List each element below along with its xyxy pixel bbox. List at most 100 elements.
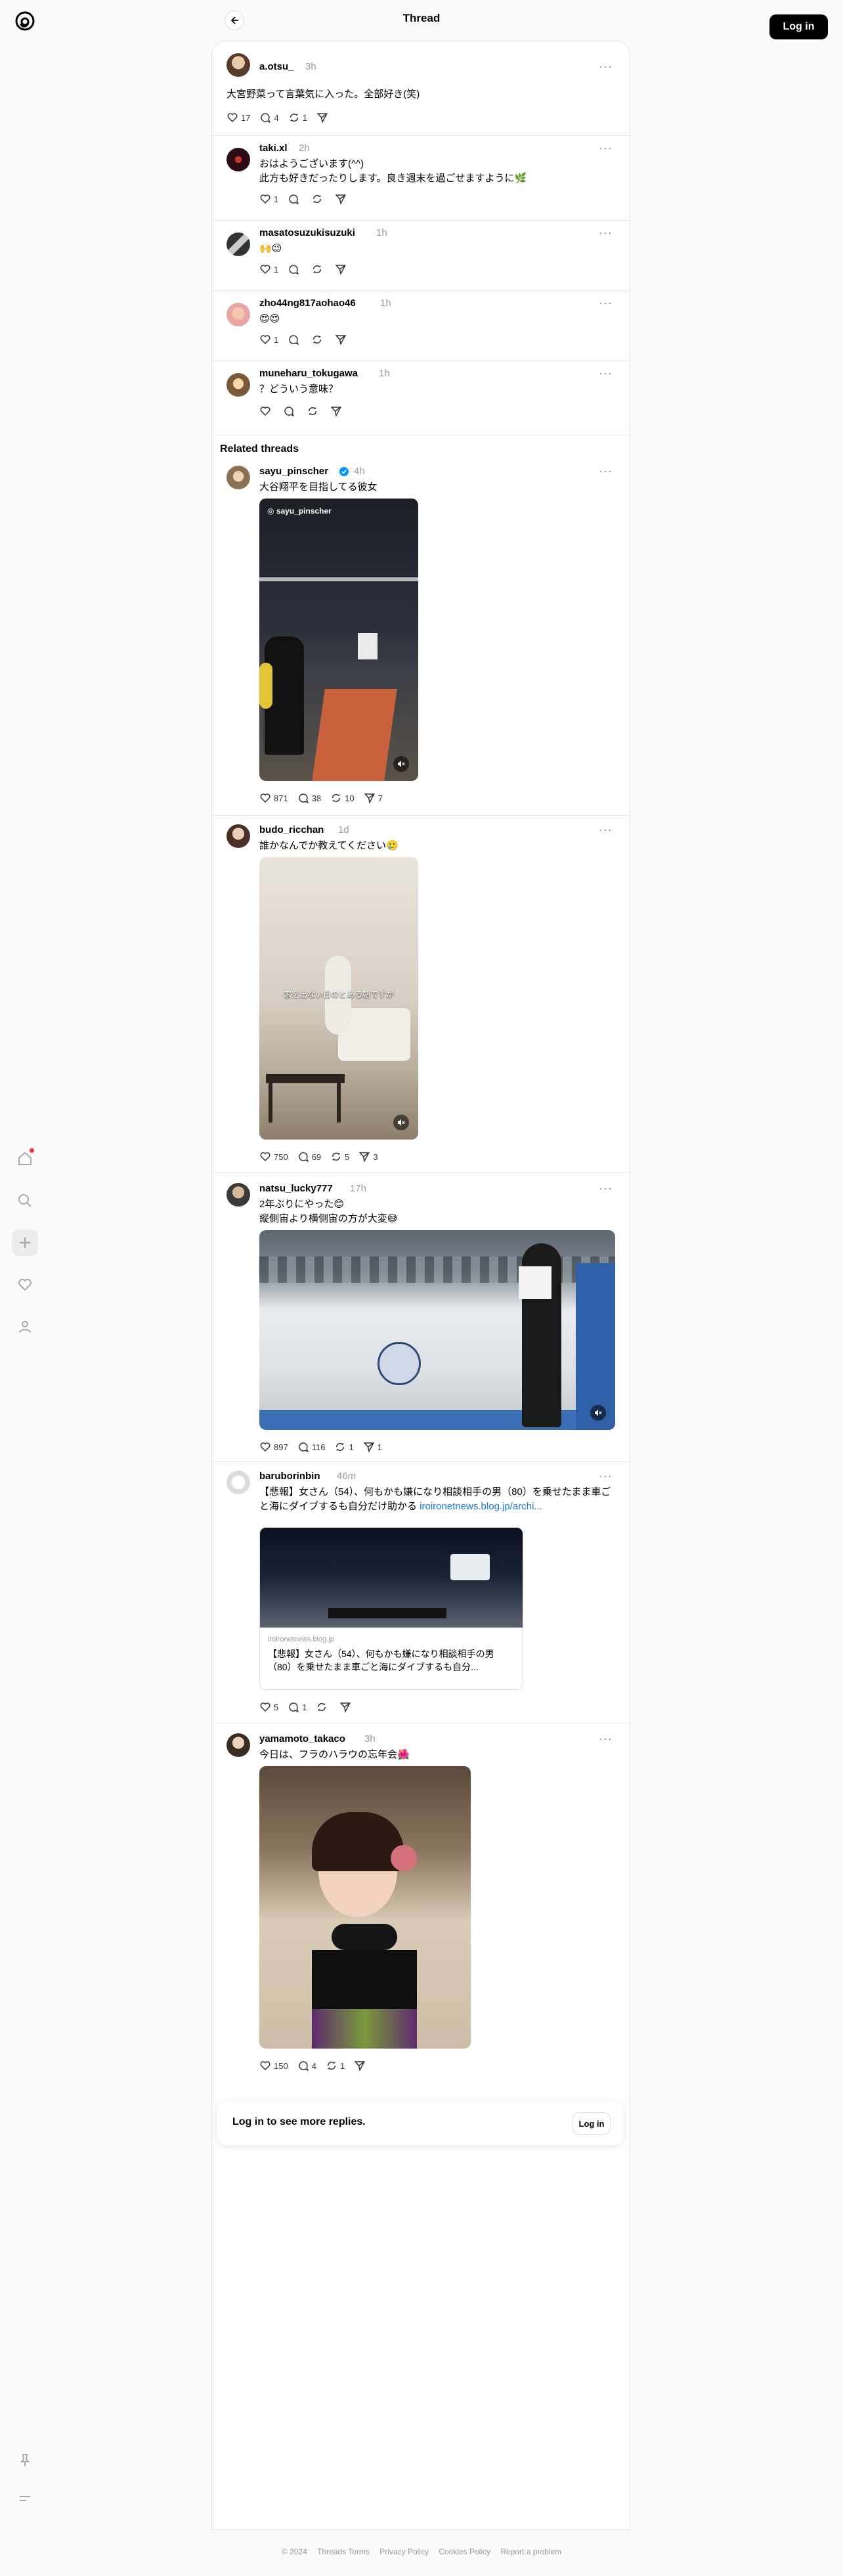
reply-button[interactable] — [288, 263, 302, 275]
heart-icon — [260, 1152, 270, 1162]
repost-button[interactable]: 1 — [334, 1441, 354, 1453]
pin-icon[interactable] — [12, 2447, 38, 2474]
related-post: natsu_lucky777 17h ··· 2年ぶりにやった😊 縦側宙より横側… — [212, 1179, 630, 1461]
footer-privacy-link[interactable]: Privacy Policy — [379, 2547, 429, 2556]
share-button[interactable]: 7 — [364, 792, 383, 804]
reply-button[interactable]: 1 — [288, 1701, 307, 1713]
post-video[interactable]: ◎ sayu_pinscher — [259, 499, 418, 781]
more-options-icon[interactable]: ··· — [599, 1469, 613, 1483]
more-options-icon[interactable]: ··· — [599, 1182, 613, 1195]
more-options-icon[interactable]: ··· — [599, 141, 613, 155]
username[interactable]: muneharu_tokugawa — [259, 368, 358, 379]
mute-icon[interactable] — [590, 1405, 606, 1421]
repost-button[interactable] — [316, 1701, 330, 1713]
username[interactable]: baruborinbin — [259, 1471, 320, 1482]
more-options-icon[interactable]: ··· — [599, 823, 613, 837]
like-button[interactable]: 871 — [259, 792, 288, 804]
mute-icon[interactable] — [393, 1115, 409, 1130]
share-button[interactable]: 1 — [363, 1441, 382, 1453]
post-link[interactable]: iroironetnews.blog.jp/archi... — [420, 1501, 542, 1512]
like-button[interactable]: 1 — [259, 334, 278, 345]
profile-icon[interactable] — [12, 1314, 38, 1340]
share-button[interactable]: 3 — [358, 1151, 378, 1163]
more-options-icon[interactable]: ··· — [599, 226, 613, 240]
share-button[interactable] — [335, 193, 349, 205]
avatar[interactable] — [227, 466, 250, 489]
avatar[interactable] — [227, 1733, 250, 1757]
like-button[interactable]: 1 — [259, 193, 278, 205]
comment-icon — [299, 1442, 309, 1453]
username[interactable]: budo_ricchan — [259, 824, 324, 835]
avatar[interactable] — [227, 53, 250, 77]
create-icon[interactable] — [12, 1230, 38, 1256]
username[interactable]: sayu_pinscher — [259, 466, 328, 477]
footer-report-link[interactable]: Report a problem — [500, 2547, 561, 2556]
post-image[interactable] — [259, 1766, 471, 2049]
like-button[interactable]: 5 — [259, 1701, 278, 1713]
repost-button[interactable]: 1 — [288, 112, 307, 123]
like-button[interactable]: 1 — [259, 263, 278, 275]
timestamp: 3h — [305, 61, 316, 72]
footer-cookies-link[interactable]: Cookies Policy — [439, 2547, 490, 2556]
username[interactable]: masatosuzukisuzuki — [259, 227, 355, 238]
search-icon[interactable] — [12, 1188, 38, 1214]
repost-button[interactable] — [307, 405, 321, 417]
post-text: 【悲報】女さん（54）、何もかも嫌になり相談相手の男（80）を乗せたまま車ごと海… — [259, 1485, 614, 1514]
post-video[interactable] — [259, 1230, 615, 1430]
login-prompt-button[interactable]: Log in — [573, 2112, 611, 2135]
like-button[interactable]: 17 — [227, 112, 250, 123]
threads-logo[interactable] — [13, 8, 37, 34]
reply-button[interactable]: 4 — [259, 112, 279, 123]
repost-button[interactable] — [311, 263, 326, 275]
reply-button[interactable]: 4 — [297, 2060, 316, 2072]
more-options-icon[interactable]: ··· — [599, 464, 613, 478]
reply-button[interactable]: 38 — [297, 792, 321, 804]
username[interactable]: yamamoto_takaco — [259, 1733, 345, 1744]
link-preview-card[interactable]: iroironetnews.blog.jp 【悲報】女さん（54）、何もかも嫌に… — [259, 1527, 523, 1690]
username[interactable]: zho44ng817aohao46 — [259, 298, 356, 309]
reply-button[interactable]: 116 — [297, 1441, 325, 1453]
like-button[interactable]: 150 — [259, 2060, 288, 2072]
username[interactable]: taki.xl — [259, 143, 288, 154]
username[interactable]: a.otsu_ — [259, 61, 294, 72]
reply-button[interactable] — [288, 193, 302, 205]
share-button[interactable] — [354, 2060, 368, 2072]
mute-icon[interactable] — [393, 756, 409, 772]
avatar[interactable] — [227, 373, 250, 397]
post-video[interactable]: 家を出ない日のとある朝ですが — [259, 857, 418, 1140]
menu-icon[interactable] — [12, 2485, 38, 2512]
avatar[interactable] — [227, 303, 250, 326]
comment-icon — [284, 407, 295, 417]
like-button[interactable] — [259, 405, 274, 417]
repost-button[interactable]: 5 — [330, 1151, 349, 1163]
login-button[interactable]: Log in — [769, 14, 828, 39]
reply-count: 4 — [274, 112, 279, 123]
avatar[interactable] — [227, 824, 250, 848]
share-button[interactable] — [335, 334, 349, 345]
repost-button[interactable]: 1 — [326, 2060, 345, 2072]
avatar[interactable] — [227, 1183, 250, 1207]
like-button[interactable]: 750 — [259, 1151, 288, 1163]
share-button[interactable] — [316, 112, 331, 123]
reply-button[interactable]: 69 — [297, 1151, 321, 1163]
heart-icon[interactable] — [12, 1272, 38, 1298]
home-icon[interactable] — [12, 1145, 38, 1172]
more-options-icon[interactable]: ··· — [599, 1732, 613, 1746]
reply-button[interactable] — [288, 334, 302, 345]
avatar[interactable] — [227, 1471, 250, 1494]
footer-terms-link[interactable]: Threads Terms — [317, 2547, 370, 2556]
share-button[interactable] — [339, 1701, 354, 1713]
more-options-icon[interactable]: ··· — [599, 60, 613, 74]
reply-button[interactable] — [283, 405, 297, 417]
more-options-icon[interactable]: ··· — [599, 296, 613, 310]
avatar[interactable] — [227, 233, 250, 256]
share-button[interactable] — [330, 405, 345, 417]
repost-button[interactable] — [311, 193, 326, 205]
more-options-icon[interactable]: ··· — [599, 366, 613, 380]
avatar[interactable] — [227, 148, 250, 171]
repost-button[interactable]: 10 — [330, 792, 355, 804]
share-button[interactable] — [335, 263, 349, 275]
like-button[interactable]: 897 — [259, 1441, 288, 1453]
username[interactable]: natsu_lucky777 — [259, 1183, 333, 1194]
repost-button[interactable] — [311, 334, 326, 345]
